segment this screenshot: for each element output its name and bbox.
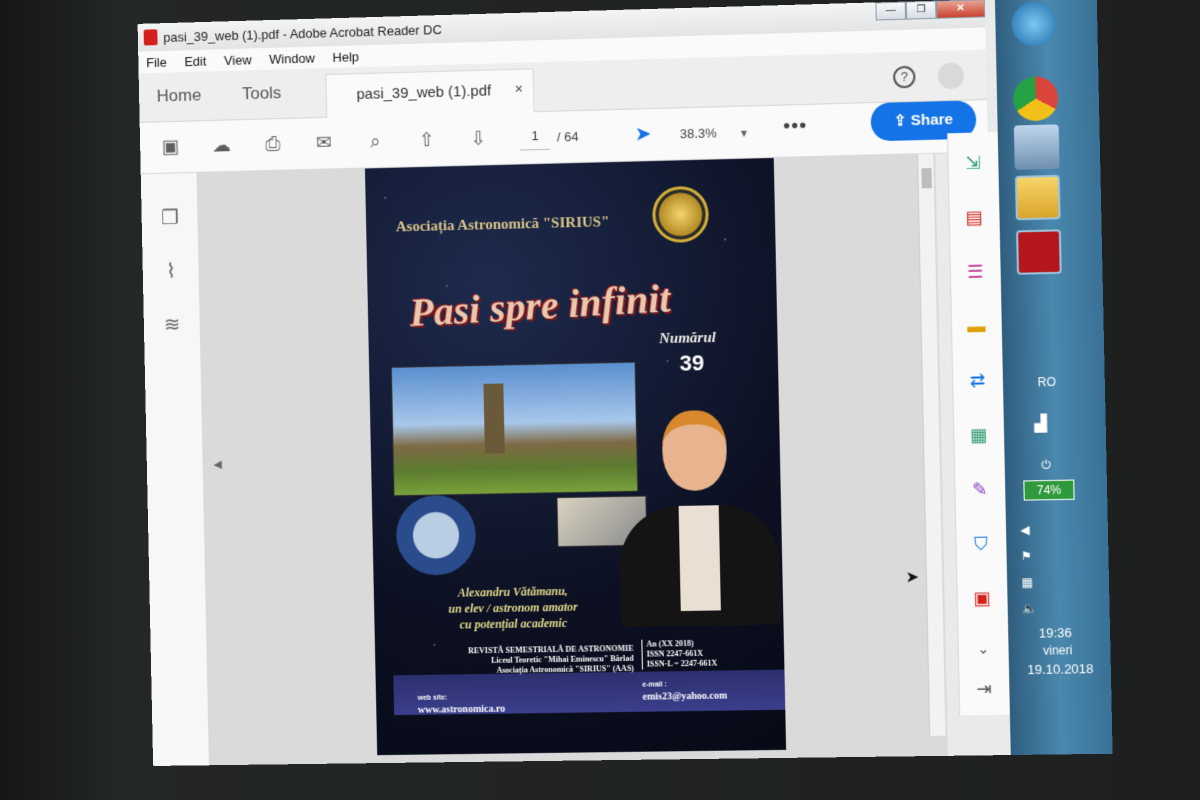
college-tower: [483, 383, 505, 454]
network-signal-icon[interactable]: ▟: [1034, 413, 1047, 433]
mouse-pointer-icon: ➤: [905, 568, 920, 587]
help-icon[interactable]: ?: [892, 65, 916, 89]
explorer-app-icon[interactable]: [1014, 174, 1061, 221]
pdf-page-cover: Asociația Astronomică "SIRIUS" Pasi spre…: [364, 157, 787, 756]
college-photo: [390, 361, 639, 497]
collapse-left-pane-icon[interactable]: ◀: [213, 458, 222, 471]
language-indicator[interactable]: RO: [1037, 375, 1056, 390]
close-button[interactable]: ✕: [936, 0, 986, 19]
publication-info: REVISTĂ SEMESTRIALĂ DE ASTRONOMIE Liceul…: [444, 644, 634, 677]
chrome-app-icon[interactable]: [1012, 75, 1059, 122]
select-tool-icon[interactable]: ➤: [634, 121, 652, 146]
page-total: / 64: [556, 129, 579, 145]
page-down-icon[interactable]: ⇩: [465, 127, 491, 152]
fill-sign-icon[interactable]: ✎: [967, 477, 992, 502]
email-label: e-mail :: [642, 681, 667, 689]
page-thumbnails-icon[interactable]: ❐: [158, 205, 182, 229]
portrait-shirt: [678, 505, 721, 612]
zoom-dropdown[interactable]: 38.3%: [680, 125, 717, 141]
issue-number: 39: [679, 350, 705, 376]
flag-icon[interactable]: ⚑: [1021, 549, 1032, 563]
acrobat-icon: [143, 29, 158, 46]
clock-time[interactable]: 19:36: [1039, 625, 1072, 641]
tab-home[interactable]: Home: [157, 86, 202, 107]
organize-pages-icon[interactable]: ▦: [966, 423, 991, 448]
share-label: Share: [910, 111, 954, 130]
screen: pasi_39_web (1).pdf - Adobe Acrobat Read…: [137, 0, 1113, 766]
save-icon[interactable]: ▣: [158, 136, 184, 160]
collapse-right-pane-icon[interactable]: ⇥: [972, 677, 997, 702]
student-portrait: [617, 409, 782, 628]
document-tab-label: pasi_39_web (1).pdf: [356, 82, 492, 104]
share-icon: ⇪: [893, 112, 911, 130]
menu-view[interactable]: View: [216, 52, 261, 68]
page-up-icon[interactable]: ⇧: [414, 129, 440, 154]
protect-icon[interactable]: ⛉: [969, 531, 994, 556]
more-tools-pdf-icon[interactable]: ▣: [970, 586, 995, 611]
window-controls: — ❐ ✕: [875, 0, 986, 21]
close-tab-icon[interactable]: ×: [515, 81, 523, 97]
window-title: pasi_39_web (1).pdf - Adobe Acrobat Read…: [163, 21, 442, 45]
comment-icon[interactable]: ▬: [964, 314, 989, 339]
menu-edit[interactable]: Edit: [176, 53, 216, 69]
email-icon[interactable]: ✉: [311, 131, 337, 156]
power-plug-icon: ⏻: [1041, 457, 1052, 473]
caption-line: cu potențial academic: [459, 615, 568, 632]
scrollbar-thumb[interactable]: [921, 167, 932, 189]
portrait-head: [661, 409, 728, 492]
page-number-input[interactable]: 1: [519, 127, 551, 151]
export-pdf-icon[interactable]: ⇲: [961, 150, 986, 175]
menu-file[interactable]: File: [138, 54, 176, 70]
menu-window[interactable]: Window: [261, 50, 325, 67]
tab-document[interactable]: pasi_39_web (1).pdf ×: [325, 68, 535, 118]
issue-label: Numărul: [658, 329, 717, 348]
combine-files-icon[interactable]: ⇄: [965, 368, 990, 393]
print-icon[interactable]: ⎙: [260, 133, 286, 157]
user-avatar-icon[interactable]: [937, 62, 965, 90]
windows-taskbar: RO ▟ ⏻ 74% ◀ ⚑ ▦ 🔈 19:36 vineri 19.10.20…: [994, 0, 1113, 756]
attachments-icon[interactable]: ⌇: [159, 258, 183, 283]
battery-indicator[interactable]: 74%: [1023, 479, 1075, 501]
tab-tools[interactable]: Tools: [242, 83, 281, 104]
edit-pdf-icon[interactable]: ☰: [963, 259, 988, 284]
more-tools-icon[interactable]: •••: [783, 115, 808, 139]
chevron-down-icon[interactable]: ⌄: [971, 636, 996, 661]
tray-arrow-icon[interactable]: ◀: [1020, 523, 1030, 537]
upload-cloud-icon[interactable]: ☁: [209, 134, 235, 158]
issn-line: ISSN-L = 2247-661X: [646, 658, 718, 669]
acrobat-taskbar-icon[interactable]: [1016, 229, 1062, 275]
volume-icon[interactable]: 🔈: [1022, 601, 1038, 615]
website-label: web site:: [417, 694, 448, 702]
clock-day[interactable]: vineri: [1043, 643, 1073, 658]
create-pdf-icon[interactable]: ▤: [962, 205, 987, 230]
website-url: www.astronomica.ro: [417, 703, 506, 716]
maximize-button[interactable]: ❐: [905, 0, 937, 20]
email-address: emis23@yahoo.com: [642, 690, 728, 703]
clock-date[interactable]: 19.10.2018: [1027, 661, 1094, 677]
minimize-button[interactable]: —: [875, 1, 907, 21]
zoom-chevron-icon[interactable]: ▼: [731, 122, 758, 147]
layers-icon[interactable]: ≋: [160, 312, 184, 336]
search-icon[interactable]: ⌕: [362, 130, 388, 155]
cover-caption: Alexandru Vătămanu, un elev / astronom a…: [413, 582, 613, 633]
device-icon[interactable]: ▦: [1021, 575, 1033, 589]
computer-app-icon[interactable]: [1013, 124, 1060, 170]
menu-help[interactable]: Help: [324, 49, 369, 65]
start-button-icon[interactable]: [1011, 1, 1057, 47]
issn-info: An (XX 2018) ISSN 2247-661X ISSN-L = 224…: [641, 637, 763, 670]
